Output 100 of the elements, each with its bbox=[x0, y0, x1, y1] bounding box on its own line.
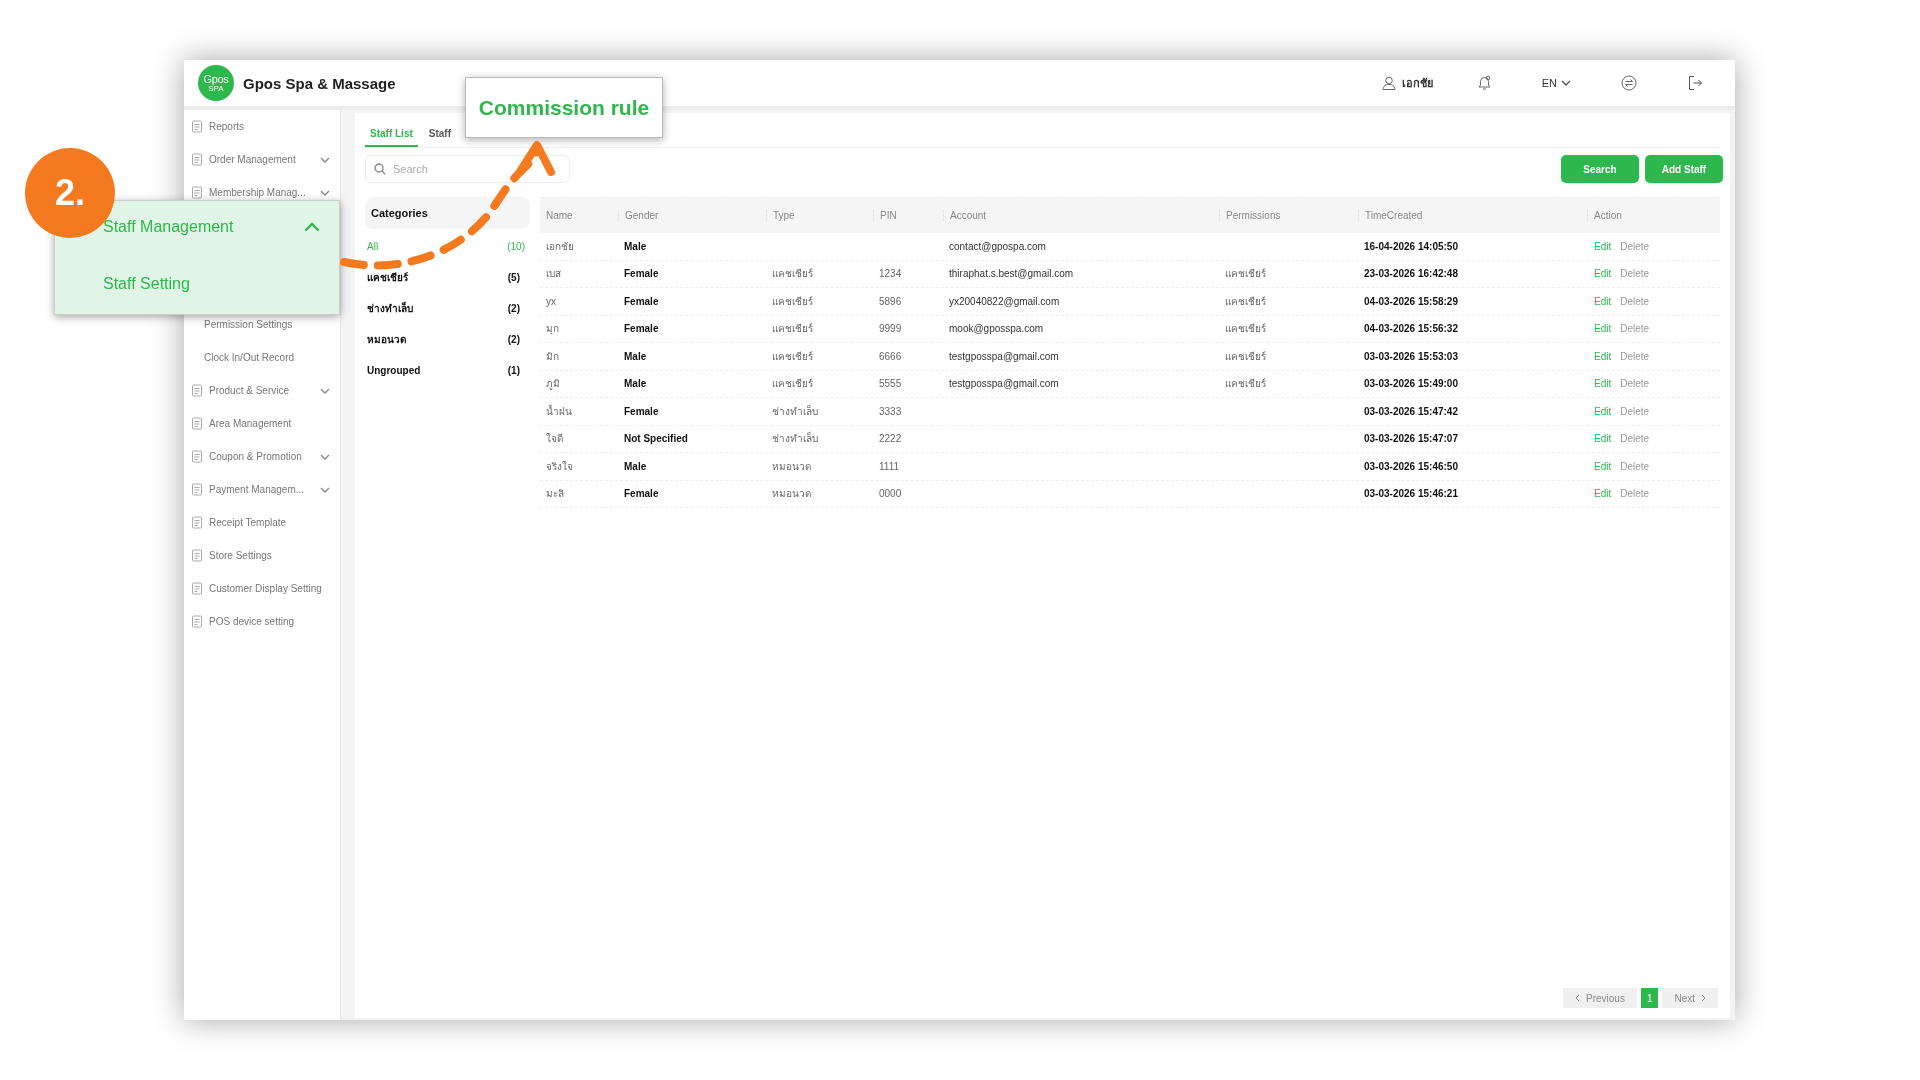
chevron-left-icon bbox=[1574, 994, 1580, 1002]
menu-item-label[interactable]: Payment Managem... bbox=[209, 484, 314, 495]
bell-icon[interactable] bbox=[1476, 75, 1492, 91]
document-icon bbox=[191, 516, 203, 529]
table-cell-text: Male bbox=[623, 460, 648, 472]
delete-link[interactable]: Delete bbox=[1620, 460, 1650, 472]
edit-link[interactable]: Edit bbox=[1594, 268, 1612, 280]
edit-link[interactable]: Edit bbox=[1594, 295, 1612, 307]
table-cell-text: แคชเชียร์ bbox=[1224, 322, 1267, 337]
table-cell-text: 2222 bbox=[878, 433, 903, 445]
table-cell-text: 04-03-2026 15:58:29 bbox=[1363, 295, 1459, 307]
chevron-down-icon bbox=[320, 156, 330, 163]
table-cell-text: แคชเชียร์ bbox=[1224, 294, 1267, 309]
table-cell-text: mook@gposspa.com bbox=[948, 323, 1045, 335]
menu-item-label[interactable]: Reports bbox=[209, 121, 330, 132]
category-item[interactable]: หมอนวด bbox=[365, 331, 408, 348]
table-cell-text: Female bbox=[623, 488, 660, 500]
table-cell-text: แคชเชียร์ bbox=[771, 349, 814, 364]
table-cell-text: 03-03-2026 15:46:21 bbox=[1363, 488, 1459, 500]
delete-link[interactable]: Delete bbox=[1620, 295, 1650, 307]
categories-header: Categories bbox=[365, 197, 530, 229]
callout-label: Commission rule bbox=[465, 77, 663, 138]
category-count: (1) bbox=[507, 365, 520, 376]
language-selector[interactable]: EN bbox=[1539, 75, 1573, 91]
table-cell-text: 1111 bbox=[878, 460, 901, 472]
delete-link[interactable]: Delete bbox=[1620, 268, 1650, 280]
menu-item-label[interactable]: Area Management bbox=[209, 418, 330, 429]
table-cell-text: 5555 bbox=[878, 378, 903, 390]
menu-item-label[interactable]: Order Management bbox=[209, 154, 314, 165]
table-cell-text: Male bbox=[623, 240, 648, 252]
document-icon bbox=[191, 384, 203, 397]
table-cell-text: มะลิ bbox=[545, 487, 565, 502]
menu-item-label[interactable]: POS device setting bbox=[209, 616, 330, 627]
column-header: Name bbox=[545, 210, 574, 221]
menu-item-label[interactable]: Permission Settings bbox=[204, 319, 330, 330]
menu-item-label[interactable]: Receipt Template bbox=[209, 517, 330, 528]
table-cell-text: testgposspa@gmail.com bbox=[948, 350, 1060, 362]
document-icon bbox=[191, 450, 203, 463]
category-item[interactable]: Ungrouped bbox=[365, 364, 423, 377]
table-cell-text: น้ำฝน bbox=[545, 403, 573, 419]
tab[interactable]: Staff bbox=[423, 128, 456, 147]
table-cell-text: 3333 bbox=[878, 405, 903, 417]
chevron-down-icon bbox=[320, 189, 330, 196]
logout-icon[interactable] bbox=[1687, 75, 1703, 91]
table-cell-text: contact@gpospa.com bbox=[948, 240, 1047, 252]
category-item[interactable]: แคชเชียร์ bbox=[365, 269, 410, 286]
chevron-down-icon bbox=[320, 387, 330, 394]
category-count: (10) bbox=[507, 241, 525, 252]
category-item[interactable]: ช่างทำเล็บ bbox=[365, 300, 415, 317]
document-icon bbox=[191, 417, 203, 430]
search-icon bbox=[374, 163, 386, 175]
edit-link[interactable]: Edit bbox=[1594, 433, 1612, 445]
user-name: เอกชัย bbox=[1401, 76, 1433, 91]
edit-link[interactable]: Edit bbox=[1594, 460, 1612, 472]
table-cell-text: แคชเชียร์ bbox=[1224, 349, 1267, 364]
edit-link[interactable]: Edit bbox=[1594, 240, 1612, 252]
menu-item-label[interactable]: Product & Service bbox=[209, 385, 314, 396]
table-cell-text: 03-03-2026 15:47:07 bbox=[1363, 433, 1459, 445]
edit-link[interactable]: Edit bbox=[1594, 405, 1612, 417]
document-icon bbox=[191, 186, 203, 199]
category-count: (2) bbox=[507, 334, 520, 345]
table-cell-text: แคชเชียร์ bbox=[771, 377, 814, 392]
delete-link[interactable]: Delete bbox=[1620, 350, 1650, 362]
table-cell-text: testgposspa@gmail.com bbox=[948, 378, 1060, 390]
menu-item-label[interactable]: Clock In/Out Record bbox=[204, 352, 330, 363]
delete-link[interactable]: Delete bbox=[1620, 405, 1650, 417]
menu-item-label[interactable]: Coupon & Promotion bbox=[209, 451, 314, 462]
brand-name: Gpos Spa & Massage bbox=[243, 74, 396, 92]
menu-item-label[interactable]: Store Settings bbox=[209, 550, 330, 561]
delete-link[interactable]: Delete bbox=[1620, 240, 1650, 252]
table-cell-text: 9999 bbox=[878, 323, 903, 335]
edit-link[interactable]: Edit bbox=[1594, 323, 1612, 335]
search-field[interactable]: Search bbox=[365, 155, 570, 183]
table-cell-text: เอกชัย bbox=[545, 239, 575, 254]
delete-link[interactable]: Delete bbox=[1620, 323, 1650, 335]
category-item[interactable]: All bbox=[365, 240, 381, 253]
exchange-icon[interactable] bbox=[1621, 75, 1637, 91]
table-cell-text: เบส bbox=[545, 267, 562, 282]
column-header: PIN bbox=[873, 210, 943, 221]
menu-item-label[interactable]: Membership Manag... bbox=[209, 187, 314, 198]
delete-link[interactable]: Delete bbox=[1620, 488, 1650, 500]
user-icon[interactable] bbox=[1381, 76, 1396, 90]
tab[interactable]: Staff List bbox=[365, 128, 418, 147]
document-icon bbox=[191, 483, 203, 496]
table-cell-text: Female bbox=[623, 323, 660, 335]
add-button[interactable]: Add Staff bbox=[1645, 155, 1723, 183]
column-header: TimeCreated bbox=[1358, 210, 1587, 221]
edit-link[interactable]: Edit bbox=[1594, 378, 1612, 390]
menu-item-label[interactable]: Customer Display Setting bbox=[209, 583, 330, 594]
edit-link[interactable]: Edit bbox=[1594, 350, 1612, 362]
table-cell-text: Male bbox=[623, 378, 648, 390]
delete-link[interactable]: Delete bbox=[1620, 433, 1650, 445]
delete-link[interactable]: Delete bbox=[1620, 378, 1650, 390]
table-cell-text: Not Specified bbox=[623, 433, 689, 445]
search-button[interactable]: Search bbox=[1561, 155, 1639, 183]
table-cell-text: 03-03-2026 15:49:00 bbox=[1363, 378, 1459, 390]
table-cell-text: ภูมิ bbox=[545, 377, 561, 392]
page-button[interactable]: 1 bbox=[1640, 988, 1659, 1008]
edit-link[interactable]: Edit bbox=[1594, 488, 1612, 500]
document-icon bbox=[191, 120, 203, 133]
